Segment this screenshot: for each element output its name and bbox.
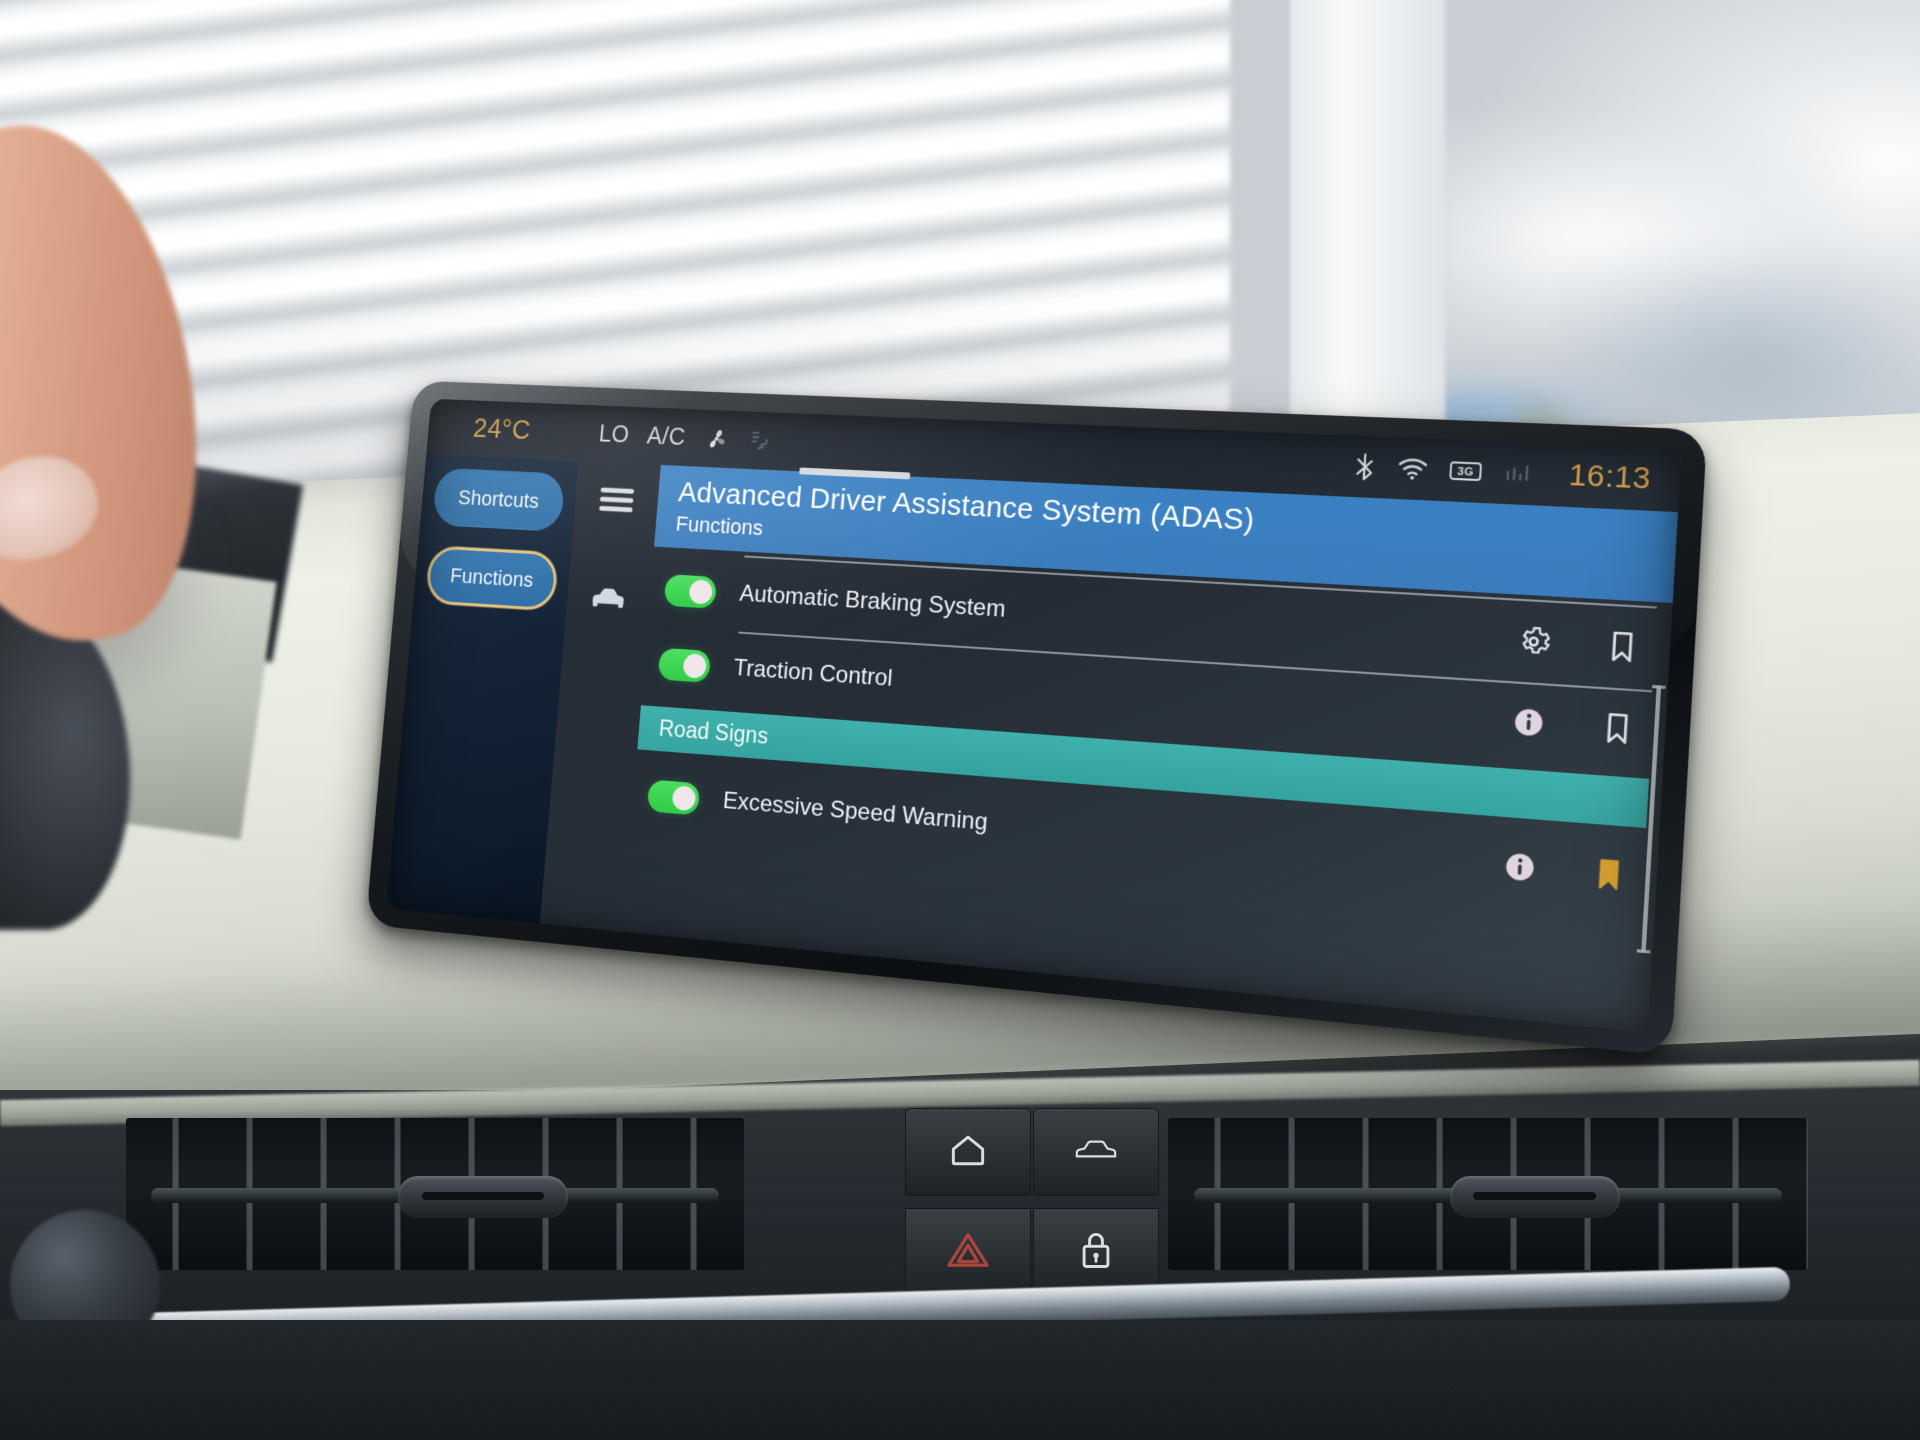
clock: 16:13 xyxy=(1567,458,1653,496)
sidebar-item-label: Functions xyxy=(449,563,535,592)
gear-icon[interactable] xyxy=(1515,624,1552,660)
fan-icon[interactable] xyxy=(702,425,730,453)
bookmark-icon[interactable] xyxy=(1602,711,1633,747)
vent-knob[interactable] xyxy=(397,1175,568,1218)
climate-controls: LO A/C xyxy=(598,420,774,455)
bookmark-icon[interactable] xyxy=(1593,857,1624,894)
info-icon[interactable] xyxy=(1510,705,1547,741)
home-icon xyxy=(946,1128,990,1177)
row-actions xyxy=(1510,705,1657,749)
toggle-knob xyxy=(671,785,697,812)
hamburger-menu-icon[interactable] xyxy=(596,483,636,522)
car-icon[interactable] xyxy=(585,578,631,620)
toggle-automatic-braking-system[interactable] xyxy=(663,574,718,609)
3g-icon[interactable]: 3G xyxy=(1448,458,1484,484)
door-lock-button[interactable] xyxy=(1033,1208,1159,1296)
section-header-label: Road Signs xyxy=(658,715,770,750)
bluetooth-icon[interactable] xyxy=(1351,452,1378,482)
sidebar-item-label: Shortcuts xyxy=(457,485,540,513)
info-icon[interactable] xyxy=(1501,849,1538,886)
bookmark-icon[interactable] xyxy=(1607,630,1638,666)
air-vent-right[interactable] xyxy=(1168,1118,1808,1270)
sidebar-item-functions[interactable]: Functions xyxy=(425,545,559,612)
lock-icon xyxy=(1076,1228,1116,1277)
hazard-icon xyxy=(945,1229,991,1276)
row-actions xyxy=(1501,849,1648,895)
toggle-knob xyxy=(682,653,708,679)
toggle-traction-control[interactable] xyxy=(657,647,712,683)
signal-icon[interactable] xyxy=(1502,460,1534,486)
home-button[interactable] xyxy=(905,1108,1031,1196)
temperature-display[interactable]: 24°C xyxy=(472,413,532,446)
toggle-knob xyxy=(688,579,714,605)
physical-button-cluster xyxy=(905,1108,1167,1300)
air-vent-left[interactable] xyxy=(126,1118,744,1270)
vehicle-button[interactable] xyxy=(1033,1108,1159,1196)
vent-knob[interactable] xyxy=(1449,1175,1620,1218)
car-icon xyxy=(1072,1130,1120,1175)
network-label: 3G xyxy=(1457,466,1474,479)
hazard-lights-button[interactable] xyxy=(905,1208,1031,1296)
toggle-excessive-speed-warning[interactable] xyxy=(646,779,701,816)
seat-airflow-icon[interactable] xyxy=(746,427,774,455)
console-lower-texture xyxy=(0,1320,1920,1440)
row-actions xyxy=(1515,624,1662,666)
fan-mode-label[interactable]: LO xyxy=(598,420,630,449)
status-icons: 3G 16:13 xyxy=(1351,449,1652,496)
wifi-icon[interactable] xyxy=(1396,456,1429,482)
